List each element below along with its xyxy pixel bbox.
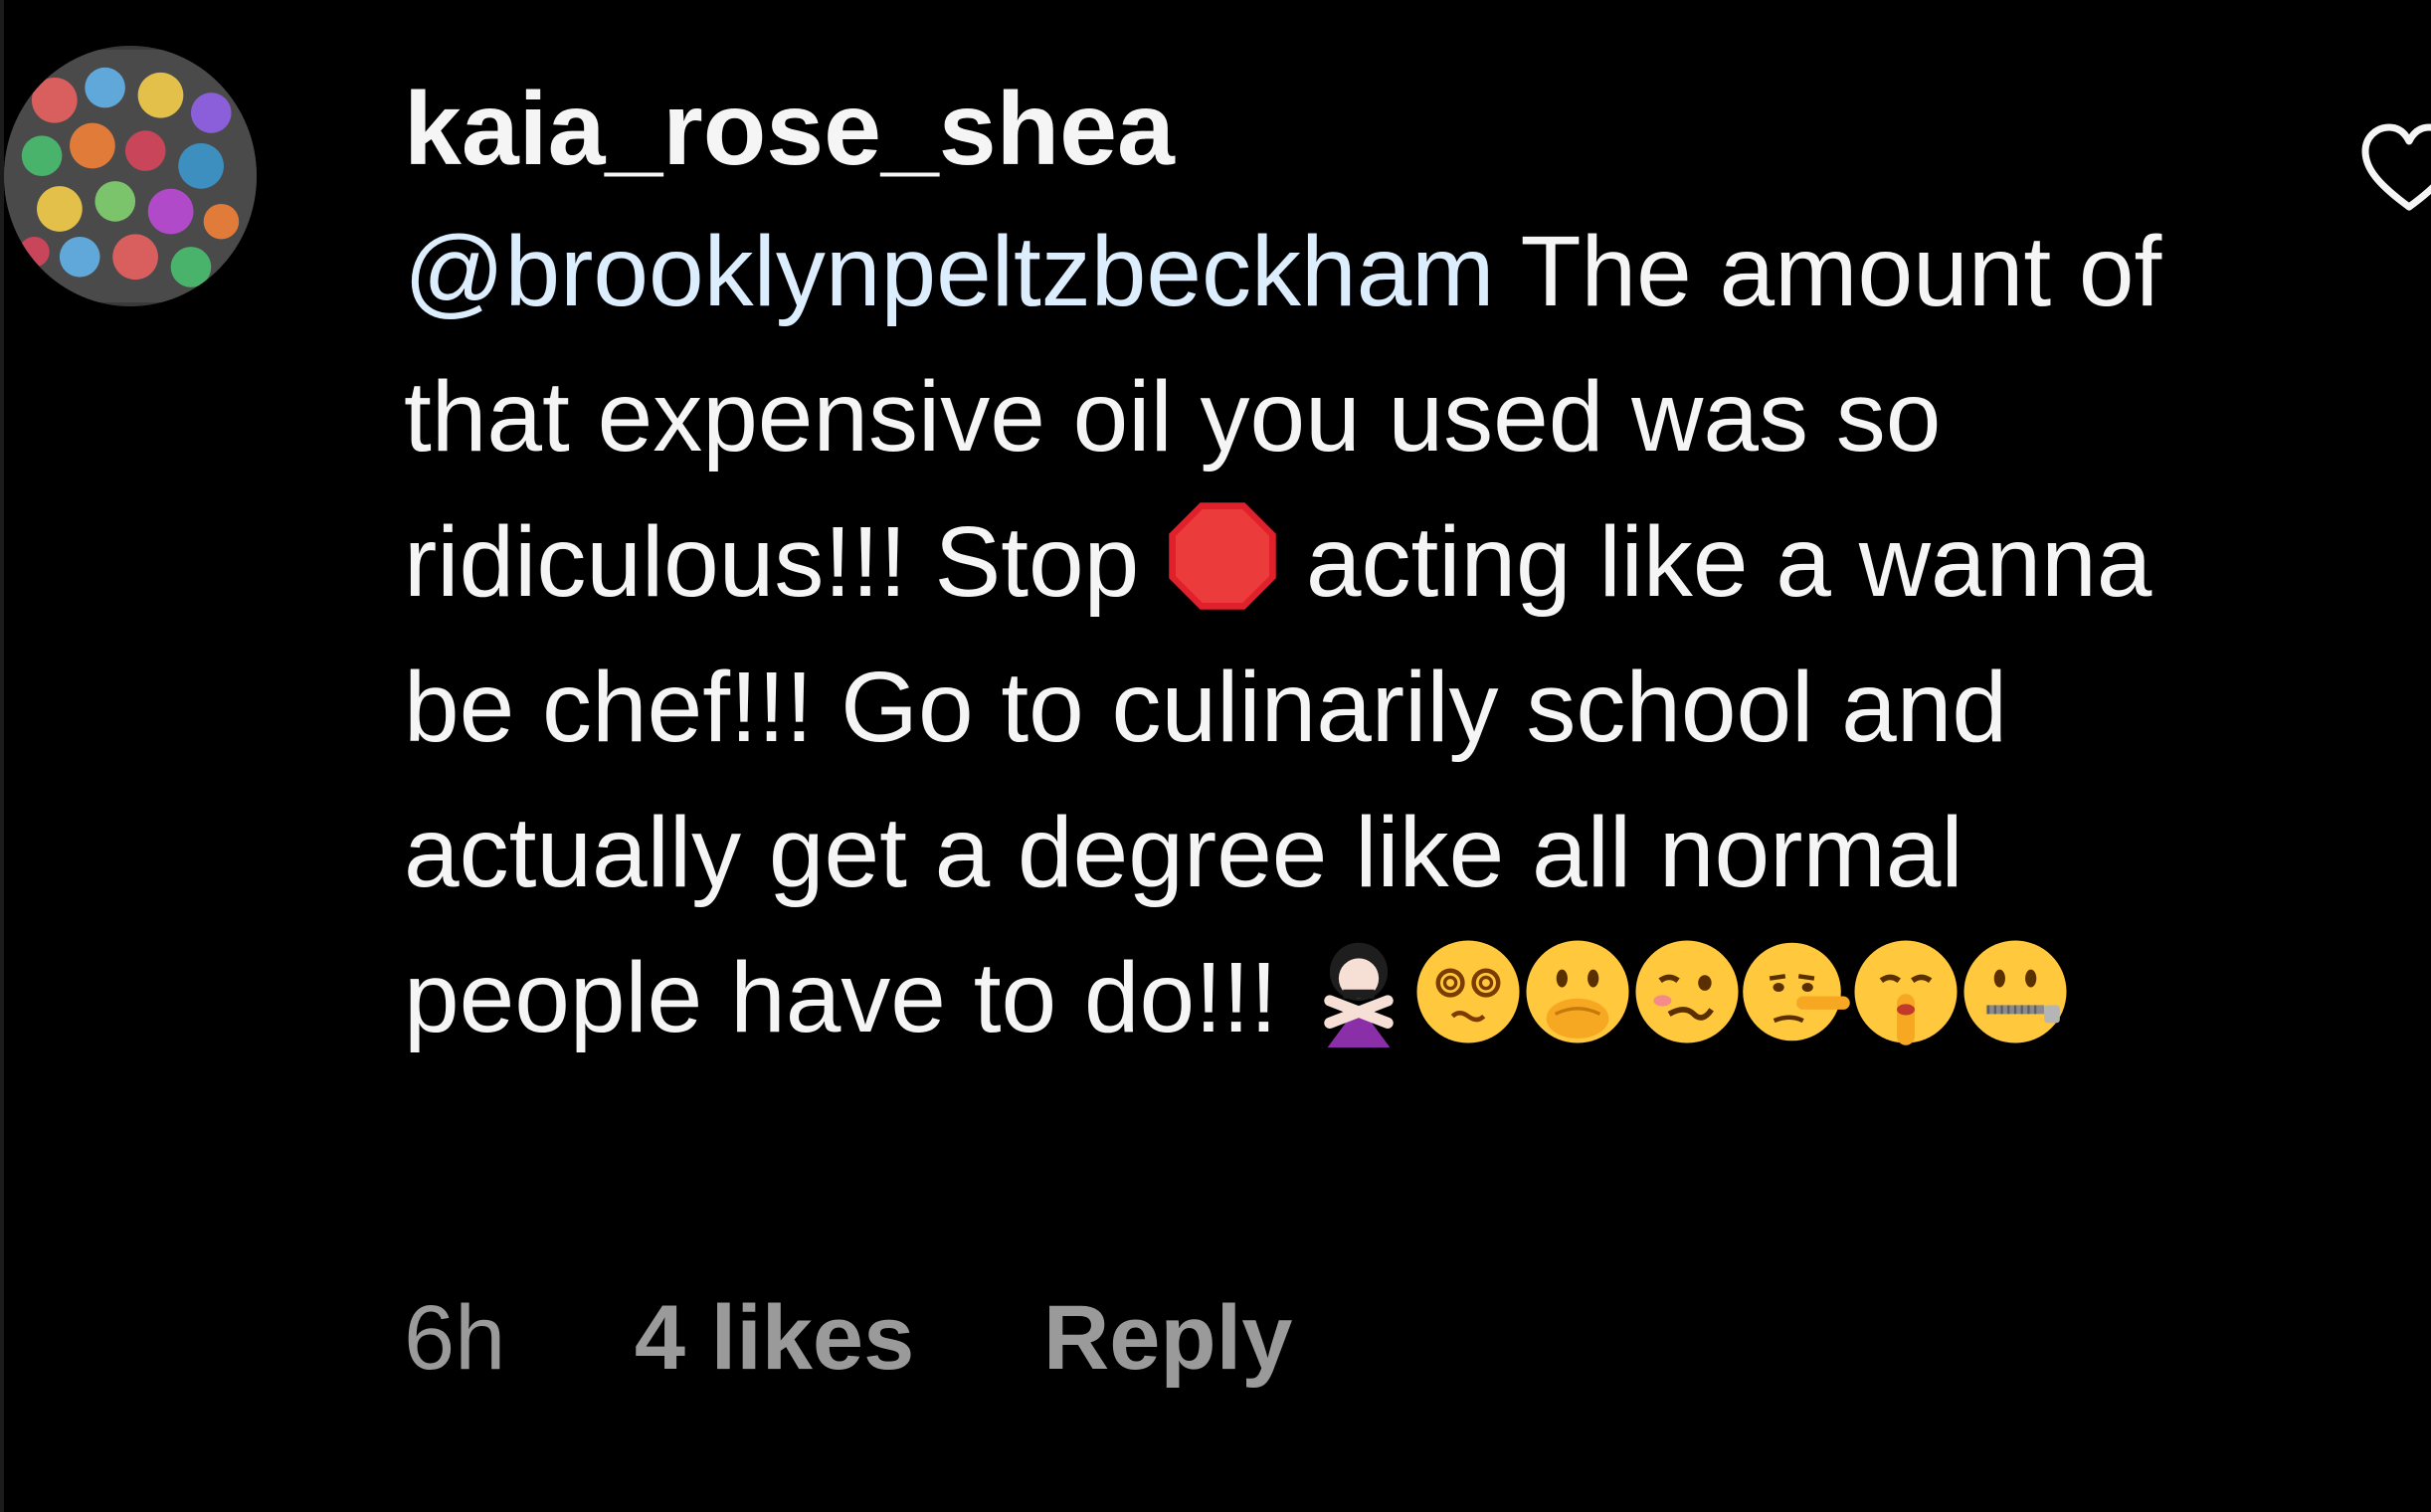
comment-meta: 6h 4 likes Reply (404, 1283, 1292, 1393)
emoji-row (1305, 940, 2071, 1053)
left-edge-border (0, 0, 4, 1512)
woman-gesturing-no-emoji (1303, 936, 1414, 1047)
heart-outline-icon[interactable] (2359, 119, 2431, 219)
dizzy-face-emoji (1412, 936, 1524, 1047)
comment-likes-count[interactable]: 4 likes (635, 1283, 914, 1393)
face-with-hand-over-mouth-emoji (1522, 936, 1633, 1047)
shushing-face-emoji (1850, 936, 1962, 1047)
comment-body: @brooklynpeltzbeckham The amount of that… (404, 199, 2254, 1070)
stop-sign-emoji (1167, 500, 1278, 612)
avatar-image (4, 50, 257, 302)
comment-time: 6h (404, 1287, 506, 1389)
reply-button[interactable]: Reply (1043, 1283, 1293, 1393)
mention-link[interactable]: @brooklynpeltzbeckham (404, 216, 1494, 327)
comment-username[interactable]: kaia_rose_shea (404, 60, 2254, 199)
zipper-mouth-face-emoji (1960, 936, 2071, 1047)
lying-face-emoji (1741, 936, 1852, 1047)
comment: kaia_rose_shea @brooklynpeltzbeckham The… (404, 60, 2254, 1070)
avatar[interactable] (4, 46, 257, 306)
woozy-face-emoji (1631, 936, 1743, 1047)
